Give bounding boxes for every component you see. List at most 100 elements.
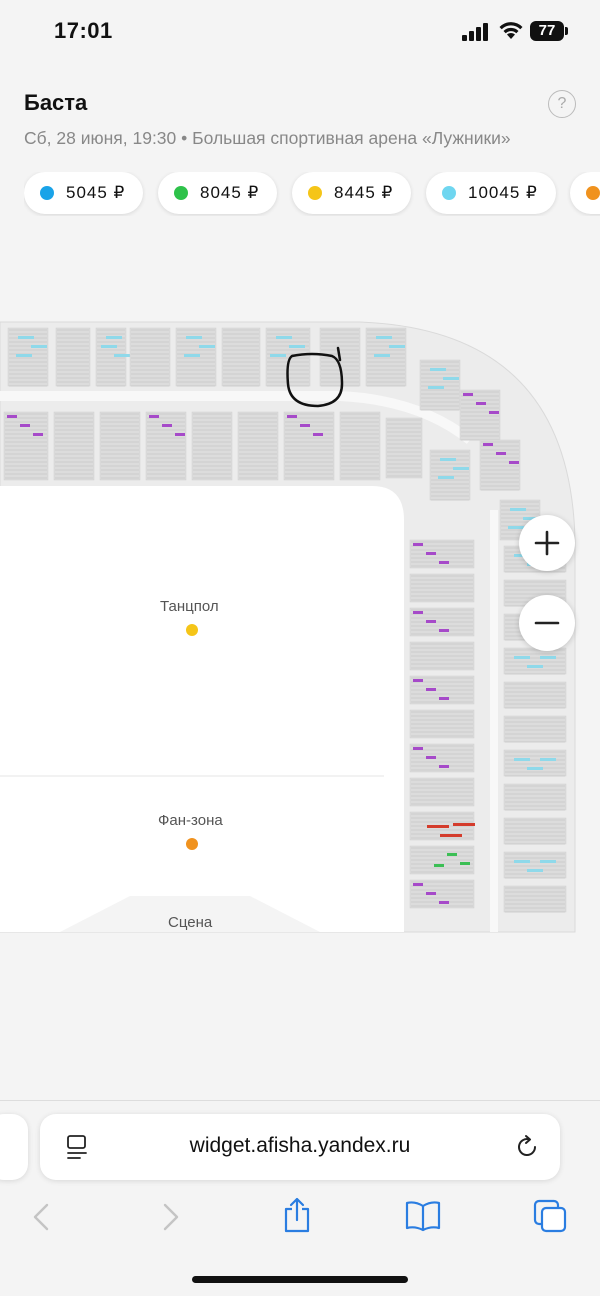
price-chip-8045[interactable]: 8045 ₽: [158, 172, 278, 214]
minus-icon: [534, 621, 560, 625]
toolbar-divider: [0, 1100, 600, 1101]
event-header: Баста ? Сб, 28 июня, 19:30 • Большая спо…: [0, 64, 600, 224]
available-seats: [149, 415, 159, 418]
zone-label-stage: Сцена: [168, 914, 213, 931]
available-seats: [426, 552, 436, 555]
price-chip-8445[interactable]: 8445 ₽: [292, 172, 412, 214]
event-subtitle: Сб, 28 июня, 19:30 • Большая спортивная …: [24, 128, 511, 148]
available-seats: [509, 461, 519, 464]
seat-sector: [129, 327, 171, 387]
previous-tab-card[interactable]: [0, 1114, 28, 1180]
price-color-dot: [174, 186, 188, 200]
status-bar: 17:01 77: [0, 0, 600, 64]
available-seats: [18, 336, 34, 339]
available-seats: [440, 458, 456, 461]
available-seats: [114, 354, 130, 357]
available-seats: [413, 747, 423, 750]
available-seats: [184, 354, 200, 357]
price-color-dot: [40, 186, 54, 200]
available-seats: [31, 345, 47, 348]
available-seats: [430, 368, 446, 371]
available-seats: [489, 411, 499, 414]
price-chip-5045[interactable]: 5045 ₽: [24, 172, 144, 214]
forward-icon[interactable]: [158, 1202, 182, 1232]
available-seats: [514, 860, 530, 863]
back-icon[interactable]: [30, 1202, 54, 1232]
browser-bottom-bar: [0, 1190, 600, 1250]
event-title: Баста: [24, 90, 88, 115]
available-seats: [413, 543, 423, 546]
zone-marker-fanzone[interactable]: [186, 838, 198, 850]
available-seats: [527, 869, 543, 872]
seat-sector: [221, 327, 261, 387]
available-seats: [426, 620, 436, 623]
available-seats: [313, 433, 323, 436]
plus-icon: [534, 530, 560, 556]
share-icon[interactable]: [282, 1196, 312, 1234]
status-time: 17:01: [54, 18, 113, 43]
available-seats: [439, 765, 449, 768]
address-bar[interactable]: widget.afisha.yandex.ru: [40, 1114, 560, 1180]
stadium-seat-map[interactable]: Танцпол Фан-зона Сцена: [0, 300, 600, 940]
zone-marker-dancefloor[interactable]: [186, 624, 198, 636]
available-seats: [276, 336, 292, 339]
available-seats: [527, 767, 543, 770]
tabs-icon[interactable]: [532, 1198, 568, 1234]
cellular-signal-icon: [462, 23, 488, 41]
home-indicator: [192, 1276, 408, 1283]
available-seats: [426, 756, 436, 759]
available-seats: [175, 433, 185, 436]
zone-label-dancefloor[interactable]: Танцпол: [160, 598, 219, 615]
available-seats: [514, 758, 530, 761]
available-seats: [460, 862, 470, 865]
price-color-dot: [586, 186, 600, 200]
zoom-in-button[interactable]: [519, 515, 575, 571]
available-seats: [428, 386, 444, 389]
available-seats: [453, 467, 469, 470]
help-icon[interactable]: ?: [548, 90, 576, 118]
available-seats: [374, 354, 390, 357]
price-filter-chips: 5045 ₽ 8045 ₽ 8445 ₽ 10045 ₽: [24, 172, 600, 216]
available-seats: [496, 452, 506, 455]
price-chip-label: 10045 ₽: [468, 183, 538, 202]
available-seats: [413, 611, 423, 614]
available-seats: [447, 853, 457, 856]
available-seats: [540, 656, 556, 659]
price-chip-label: 5045 ₽: [66, 183, 126, 202]
seat-sector: [55, 327, 91, 387]
zone-label-fanzone[interactable]: Фан-зона: [158, 812, 223, 829]
available-seats: [438, 476, 454, 479]
available-seats: [426, 892, 436, 895]
available-seats: [389, 345, 405, 348]
available-seats: [300, 424, 310, 427]
price-chip-label: 8445 ₽: [334, 183, 394, 202]
available-seats: [413, 679, 423, 682]
available-seats: [440, 834, 462, 837]
available-seats: [287, 415, 297, 418]
available-seats: [20, 424, 30, 427]
available-seats: [476, 402, 486, 405]
reload-icon[interactable]: [514, 1134, 540, 1160]
available-seats: [16, 354, 32, 357]
url-text[interactable]: widget.afisha.yandex.ru: [40, 1134, 560, 1158]
seat-sector: [479, 439, 521, 491]
bookmarks-icon[interactable]: [404, 1200, 442, 1232]
available-seats: [427, 825, 449, 828]
zoom-out-button[interactable]: [519, 595, 575, 651]
seat-sector: [459, 389, 501, 441]
seat-map-canvas[interactable]: [0, 300, 600, 940]
price-color-dot: [308, 186, 322, 200]
available-seats: [439, 561, 449, 564]
available-seats: [7, 415, 17, 418]
available-seats: [483, 443, 493, 446]
available-seats: [510, 508, 526, 511]
wifi-icon: [499, 22, 523, 39]
available-seats: [453, 823, 475, 826]
available-seats: [527, 665, 543, 668]
available-seats: [540, 758, 556, 761]
available-seats: [443, 377, 459, 380]
price-chip-10045[interactable]: 10045 ₽: [426, 172, 556, 214]
available-seats: [162, 424, 172, 427]
price-chip-more[interactable]: [570, 172, 600, 214]
available-seats: [106, 336, 122, 339]
